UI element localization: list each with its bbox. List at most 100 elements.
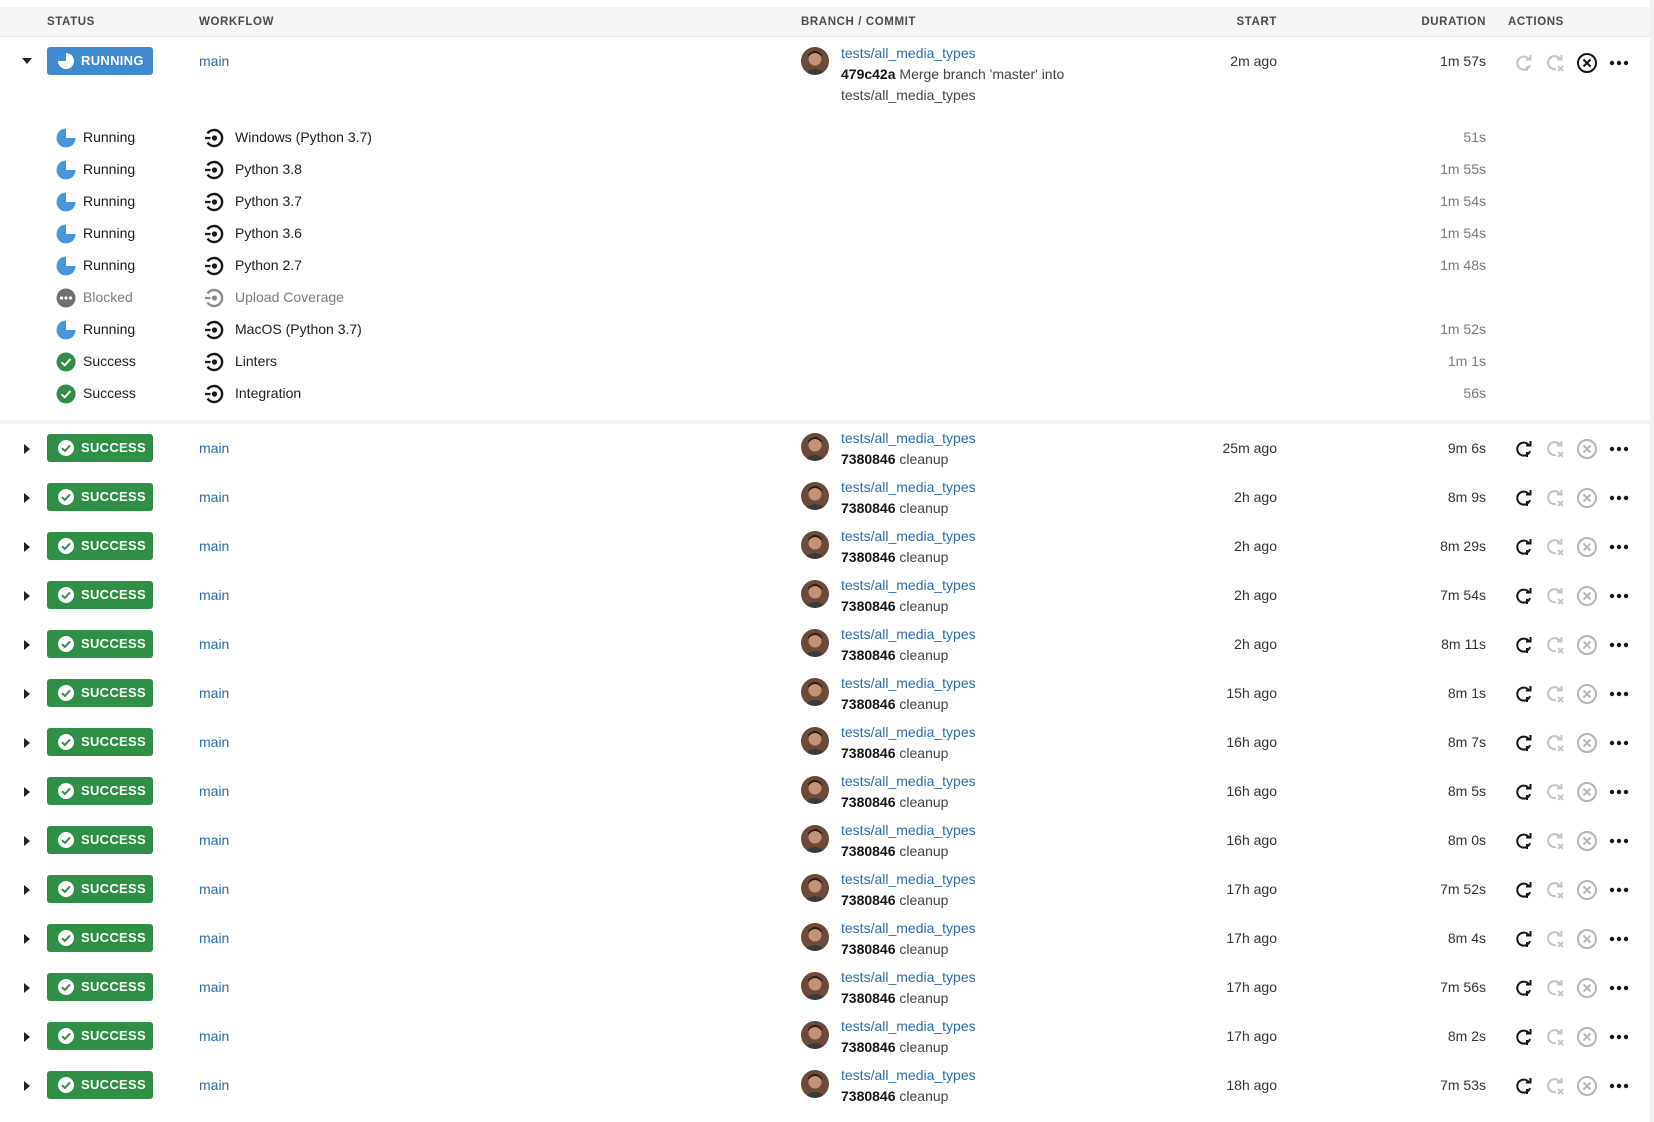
cancel-icon[interactable]	[1575, 682, 1599, 706]
more-options-icon[interactable]	[1607, 731, 1631, 755]
running-pipeline-row[interactable]: RUNNING main tests/all_media_types 479c4…	[0, 38, 1650, 110]
workflow-link[interactable]: main	[199, 1077, 229, 1093]
status-badge-success[interactable]: SUCCESS	[47, 630, 153, 658]
pipeline-row[interactable]: SUCCESS main tests/all_media_types 7380846 …	[0, 767, 1650, 816]
more-options-icon[interactable]	[1607, 927, 1631, 951]
rerun-failed-icon[interactable]	[1543, 1074, 1567, 1098]
workflow-link[interactable]: main	[199, 979, 229, 995]
more-options-icon[interactable]	[1607, 1025, 1631, 1049]
job-row[interactable]: Success Linters 1m 1s	[0, 346, 1650, 378]
expand-caret-icon[interactable]	[20, 785, 34, 799]
pipeline-row[interactable]: SUCCESS main tests/all_media_types 7380846 …	[0, 1012, 1650, 1061]
pipeline-row[interactable]: SUCCESS main tests/all_media_types 7380846 …	[0, 914, 1650, 963]
branch-link[interactable]: tests/all_media_types	[841, 479, 976, 495]
rerun-failed-icon[interactable]	[1543, 927, 1567, 951]
job-row[interactable]: Running MacOS (Python 3.7) 1m 52s	[0, 314, 1650, 346]
status-badge-success[interactable]: SUCCESS	[47, 532, 153, 560]
cancel-icon[interactable]	[1575, 535, 1599, 559]
job-name[interactable]: MacOS (Python 3.7)	[235, 321, 362, 337]
collapse-caret-icon[interactable]	[20, 54, 34, 68]
status-badge-running[interactable]: RUNNING	[47, 47, 153, 75]
workflow-link[interactable]: main	[199, 832, 229, 848]
expand-caret-icon[interactable]	[20, 834, 34, 848]
rerun-icon[interactable]	[1512, 927, 1536, 951]
branch-link[interactable]: tests/all_media_types	[841, 430, 976, 446]
pipeline-row[interactable]: SUCCESS main tests/all_media_types 7380846 …	[0, 522, 1650, 571]
rerun-icon[interactable]	[1512, 682, 1536, 706]
branch-link[interactable]: tests/all_media_types	[841, 773, 976, 789]
expand-caret-icon[interactable]	[20, 1079, 34, 1093]
more-options-icon[interactable]	[1607, 486, 1631, 510]
rerun-failed-icon[interactable]	[1543, 1025, 1567, 1049]
more-options-icon[interactable]	[1607, 1074, 1631, 1098]
rerun-failed-icon[interactable]	[1543, 437, 1567, 461]
more-options-icon[interactable]	[1607, 976, 1631, 1000]
status-badge-success[interactable]: SUCCESS	[47, 1071, 153, 1099]
workflow-link[interactable]: main	[199, 440, 229, 456]
status-badge-success[interactable]: SUCCESS	[47, 483, 153, 511]
job-row[interactable]: Success Integration 56s	[0, 378, 1650, 410]
expand-caret-icon[interactable]	[20, 540, 34, 554]
branch-link[interactable]: tests/all_media_types	[841, 920, 976, 936]
rerun-icon[interactable]	[1512, 633, 1536, 657]
rerun-failed-icon[interactable]	[1543, 731, 1567, 755]
workflow-link[interactable]: main	[199, 489, 229, 505]
pipeline-row[interactable]: SUCCESS main tests/all_media_types 7380846 …	[0, 669, 1650, 718]
pipeline-row[interactable]: SUCCESS main tests/all_media_types 7380846 …	[0, 571, 1650, 620]
cancel-icon[interactable]	[1575, 486, 1599, 510]
cancel-icon[interactable]	[1575, 731, 1599, 755]
job-row[interactable]: Blocked Upload Coverage	[0, 282, 1650, 314]
cancel-icon[interactable]	[1575, 927, 1599, 951]
rerun-failed-icon[interactable]	[1543, 780, 1567, 804]
expand-caret-icon[interactable]	[20, 638, 34, 652]
expand-caret-icon[interactable]	[20, 1030, 34, 1044]
pipeline-row[interactable]: SUCCESS main tests/all_media_types 7380846 …	[0, 865, 1650, 914]
pipeline-row[interactable]: SUCCESS main tests/all_media_types 7380846 …	[0, 1061, 1650, 1110]
expand-caret-icon[interactable]	[20, 736, 34, 750]
job-name[interactable]: Python 2.7	[235, 257, 302, 273]
status-badge-success[interactable]: SUCCESS	[47, 826, 153, 854]
status-badge-success[interactable]: SUCCESS	[47, 679, 153, 707]
rerun-failed-icon[interactable]	[1543, 633, 1567, 657]
pipeline-row[interactable]: SUCCESS main tests/all_media_types 7380846 …	[0, 473, 1650, 522]
expand-caret-icon[interactable]	[20, 491, 34, 505]
rerun-failed-icon[interactable]	[1543, 976, 1567, 1000]
cancel-icon[interactable]	[1575, 780, 1599, 804]
scrollbar-track[interactable]	[1650, 0, 1654, 1122]
rerun-icon[interactable]	[1512, 535, 1536, 559]
cancel-icon[interactable]	[1575, 1074, 1599, 1098]
workflow-link[interactable]: main	[199, 783, 229, 799]
branch-link[interactable]: tests/all_media_types	[841, 675, 976, 691]
branch-link[interactable]: tests/all_media_types	[841, 969, 976, 985]
branch-link[interactable]: tests/all_media_types	[841, 871, 976, 887]
status-badge-success[interactable]: SUCCESS	[47, 1022, 153, 1050]
workflow-link[interactable]: main	[199, 881, 229, 897]
job-row[interactable]: Running Python 3.7 1m 54s	[0, 186, 1650, 218]
job-row[interactable]: Running Python 3.6 1m 54s	[0, 218, 1650, 250]
workflow-link[interactable]: main	[199, 685, 229, 701]
workflow-link[interactable]: main	[199, 587, 229, 603]
rerun-icon[interactable]	[1512, 780, 1536, 804]
workflow-link[interactable]: main	[199, 53, 229, 69]
more-options-icon[interactable]	[1607, 535, 1631, 559]
more-options-icon[interactable]	[1607, 584, 1631, 608]
branch-link[interactable]: tests/all_media_types	[841, 45, 976, 61]
status-badge-success[interactable]: SUCCESS	[47, 875, 153, 903]
pipeline-row[interactable]: SUCCESS main tests/all_media_types 7380846 …	[0, 718, 1650, 767]
status-badge-success[interactable]: SUCCESS	[47, 777, 153, 805]
workflow-link[interactable]: main	[199, 734, 229, 750]
job-row[interactable]: Running Windows (Python 3.7) 51s	[0, 122, 1650, 154]
status-badge-success[interactable]: SUCCESS	[47, 973, 153, 1001]
status-badge-success[interactable]: SUCCESS	[47, 728, 153, 756]
job-row[interactable]: Running Python 2.7 1m 48s	[0, 250, 1650, 282]
rerun-icon[interactable]	[1512, 731, 1536, 755]
status-badge-success[interactable]: SUCCESS	[47, 581, 153, 609]
workflow-link[interactable]: main	[199, 1028, 229, 1044]
pipeline-row[interactable]: SUCCESS main tests/all_media_types 7380846 …	[0, 816, 1650, 865]
job-name[interactable]: Windows (Python 3.7)	[235, 129, 372, 145]
rerun-icon[interactable]	[1512, 486, 1536, 510]
branch-link[interactable]: tests/all_media_types	[841, 1018, 976, 1034]
expand-caret-icon[interactable]	[20, 932, 34, 946]
status-badge-success[interactable]: SUCCESS	[47, 924, 153, 952]
more-options-icon[interactable]	[1607, 51, 1631, 75]
